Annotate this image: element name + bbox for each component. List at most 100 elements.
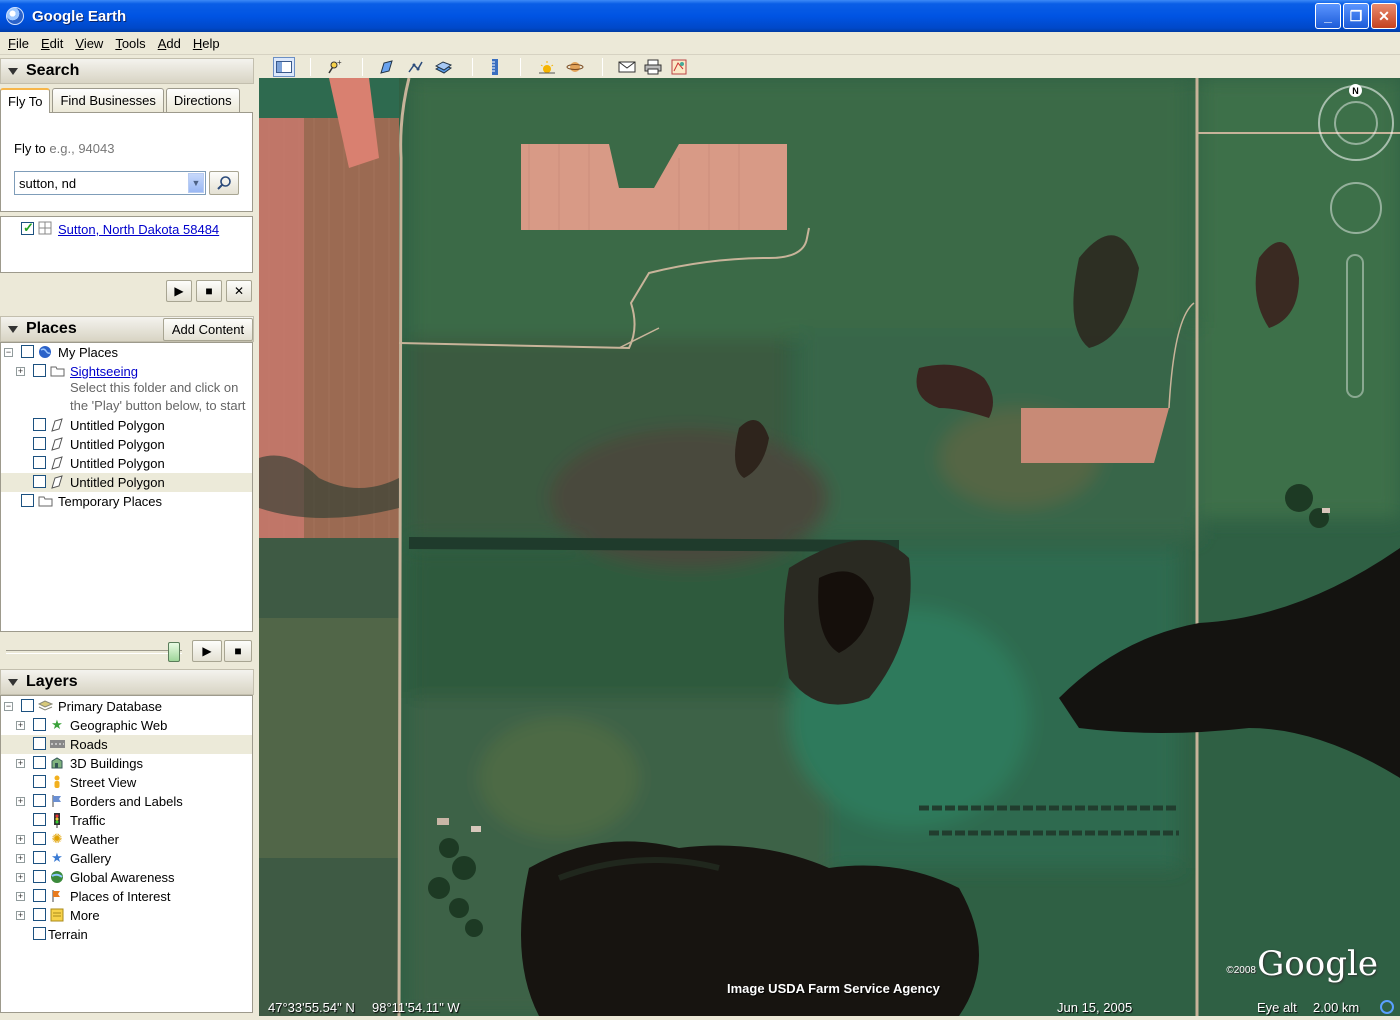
search-combobox[interactable]: ▼ (14, 171, 206, 195)
toggle-sidebar-icon[interactable] (273, 57, 295, 77)
checkbox[interactable] (33, 775, 46, 788)
checkbox[interactable] (33, 832, 46, 845)
add-path-icon[interactable] (405, 57, 427, 77)
layer-street-view[interactable]: Street View (1, 773, 252, 792)
chevron-down-icon[interactable]: ▼ (188, 173, 204, 193)
tree-item-label: Untitled Polygon (70, 475, 165, 490)
stop-tour-button[interactable]: ■ (196, 280, 222, 302)
print-icon[interactable] (642, 57, 664, 77)
checkbox[interactable] (21, 494, 34, 507)
maximize-button[interactable]: ❐ (1343, 3, 1369, 29)
layer-primary-database[interactable]: − Primary Database (1, 697, 252, 716)
checkbox[interactable] (33, 437, 46, 450)
ruler-icon[interactable] (484, 57, 506, 77)
checkbox[interactable] (33, 456, 46, 469)
tour-slider-track[interactable] (6, 650, 182, 654)
expand-icon[interactable]: + (16, 367, 25, 376)
checkbox[interactable] (33, 475, 46, 488)
menu-file[interactable]: File (2, 36, 35, 51)
result-link[interactable]: Sutton, North Dakota 58484 (58, 222, 219, 237)
play-tour-button[interactable]: ▶ (166, 280, 192, 302)
streaming-indicator-icon (1380, 1000, 1394, 1014)
zoom-slider[interactable] (1346, 254, 1364, 398)
search-button[interactable] (209, 171, 239, 195)
checkbox[interactable] (33, 364, 46, 377)
collapse-triangle-icon[interactable] (8, 325, 18, 333)
expand-icon[interactable]: + (16, 873, 25, 882)
menu-view[interactable]: View (69, 36, 109, 51)
compass-north-label: N (1349, 84, 1362, 97)
layer-global-awareness[interactable]: + Global Awareness (1, 868, 252, 887)
checkbox[interactable] (33, 737, 46, 750)
tree-item-polygon[interactable]: Untitled Polygon (1, 454, 252, 473)
layer-more[interactable]: + More (1, 906, 252, 925)
checkbox[interactable] (33, 418, 46, 431)
checkbox[interactable] (21, 699, 34, 712)
checkbox[interactable] (33, 870, 46, 883)
search-input[interactable] (15, 172, 185, 194)
close-button[interactable]: ✕ (1371, 3, 1397, 29)
expand-icon[interactable]: + (16, 854, 25, 863)
layer-places-of-interest[interactable]: + Places of Interest (1, 887, 252, 906)
tour-slider-thumb[interactable] (168, 642, 180, 662)
collapse-triangle-icon[interactable] (8, 678, 18, 686)
expand-icon[interactable]: + (16, 911, 25, 920)
checkbox[interactable] (21, 345, 34, 358)
layer-terrain[interactable]: Terrain (1, 925, 252, 944)
checkbox[interactable] (33, 851, 46, 864)
expand-icon[interactable]: + (16, 835, 25, 844)
search-panel-header[interactable]: Search (0, 58, 254, 84)
tree-item-my-places[interactable]: − My Places (1, 343, 252, 362)
tree-item-label[interactable]: Sightseeing (70, 364, 138, 379)
expand-icon[interactable]: + (16, 797, 25, 806)
stop-button[interactable]: ■ (224, 640, 252, 662)
sunlight-icon[interactable] (536, 57, 558, 77)
view-in-maps-icon[interactable] (668, 57, 690, 77)
expand-icon[interactable]: + (16, 892, 25, 901)
move-joystick[interactable] (1330, 182, 1382, 234)
play-button[interactable]: ▶ (192, 640, 222, 662)
tree-item-polygon[interactable]: Untitled Polygon (1, 435, 252, 454)
tab-find-businesses[interactable]: Find Businesses (52, 88, 164, 112)
layer-gallery[interactable]: + ★ Gallery (1, 849, 252, 868)
email-icon[interactable] (616, 57, 638, 77)
layer-traffic[interactable]: Traffic (1, 811, 252, 830)
tab-fly-to[interactable]: Fly To (0, 88, 51, 113)
layer-roads[interactable]: Roads (1, 735, 252, 754)
menu-add[interactable]: Add (152, 36, 187, 51)
expand-icon[interactable]: + (16, 721, 25, 730)
add-content-button[interactable]: Add Content (163, 318, 253, 341)
add-image-overlay-icon[interactable] (433, 57, 455, 77)
layer-borders-labels[interactable]: + Borders and Labels (1, 792, 252, 811)
checkbox[interactable] (33, 756, 46, 769)
layers-panel-header[interactable]: Layers (0, 669, 254, 695)
minimize-button[interactable]: _ (1315, 3, 1341, 29)
menu-help[interactable]: Help (187, 36, 226, 51)
map-view[interactable]: N Image USDA Farm Service Agency ©2008 G… (259, 78, 1400, 1016)
tab-directions[interactable]: Directions (165, 88, 240, 112)
planet-switch-icon[interactable] (564, 57, 586, 77)
layer-geographic-web[interactable]: + ★ Geographic Web (1, 716, 252, 735)
tree-item-temporary-places[interactable]: Temporary Places (1, 492, 252, 511)
checkbox[interactable] (33, 813, 46, 826)
checkbox[interactable] (33, 927, 46, 940)
layer-3d-buildings[interactable]: + 3D Buildings (1, 754, 252, 773)
tree-item-polygon[interactable]: Untitled Polygon (1, 416, 252, 435)
collapse-icon[interactable]: − (4, 702, 13, 711)
places-panel-header[interactable]: Places Add Content (0, 316, 254, 342)
clear-search-button[interactable]: ✕ (226, 280, 252, 302)
result-checkbox[interactable] (21, 220, 34, 236)
tree-item-polygon[interactable]: Untitled Polygon (1, 473, 252, 492)
expand-icon[interactable]: + (16, 759, 25, 768)
menu-tools[interactable]: Tools (109, 36, 151, 51)
collapse-icon[interactable]: − (4, 348, 13, 357)
checkbox[interactable] (33, 908, 46, 921)
add-polygon-icon[interactable] (377, 57, 399, 77)
checkbox[interactable] (33, 889, 46, 902)
menu-edit[interactable]: Edit (35, 36, 69, 51)
layer-weather[interactable]: + ✺ Weather (1, 830, 252, 849)
checkbox[interactable] (33, 794, 46, 807)
add-placemark-icon[interactable]: + (324, 57, 346, 77)
checkbox[interactable] (33, 718, 46, 731)
collapse-triangle-icon[interactable] (8, 67, 18, 75)
